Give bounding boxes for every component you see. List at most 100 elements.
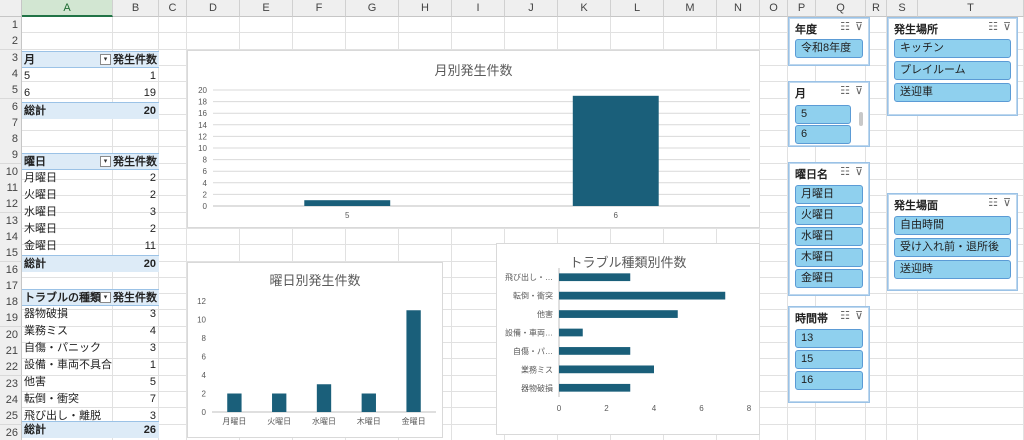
pivot-row-value[interactable]: 19: [113, 85, 159, 102]
slicer-scrollbar[interactable]: [859, 112, 863, 126]
row-header-4[interactable]: 4: [0, 65, 22, 83]
column-header-l[interactable]: L: [611, 0, 664, 17]
row-header-13[interactable]: 13: [0, 212, 22, 230]
column-header-d[interactable]: D: [187, 0, 240, 17]
slicer-year[interactable]: 年度 ☷ ⊽ 令和8年度: [788, 17, 870, 66]
pivot-row-value[interactable]: 2: [113, 221, 159, 238]
pivot-row-value[interactable]: 3: [113, 204, 159, 221]
slicer-item[interactable]: 火曜日: [795, 206, 863, 225]
row-header-21[interactable]: 21: [0, 343, 22, 360]
row-header-7[interactable]: 7: [0, 114, 22, 132]
column-header-t[interactable]: T: [918, 0, 1024, 17]
multi-select-icon[interactable]: ☷: [988, 197, 998, 209]
select-all-corner[interactable]: [0, 0, 22, 17]
row-header-14[interactable]: 14: [0, 228, 22, 246]
column-header-n[interactable]: N: [717, 0, 760, 17]
slicer-item[interactable]: 令和8年度: [795, 39, 863, 58]
spreadsheet[interactable]: ABCDEFGHIJKLMNOPQRST 1 2 3 4 5 6 7 8 9 10 11 12 13 14…: [0, 0, 1024, 440]
pivot-total-label[interactable]: 総計: [22, 102, 113, 119]
clear-filter-icon[interactable]: ⊽: [855, 310, 863, 322]
multi-select-icon[interactable]: ☷: [840, 310, 850, 322]
slicer-item[interactable]: キッチン: [894, 39, 1011, 58]
pivot-header-value[interactable]: 発生件数: [113, 51, 159, 68]
pivot-row-label[interactable]: 転倒・衝突: [22, 391, 113, 408]
chart-monthly-incidents[interactable]: 月別発生件数 0 2 4 6 8 10 12 14 16 18 20 5 6: [187, 50, 760, 228]
multi-select-icon[interactable]: ☷: [988, 21, 998, 33]
slicer-item[interactable]: 5: [795, 105, 851, 124]
row-header-17[interactable]: 17: [0, 277, 22, 295]
column-header-q[interactable]: Q: [816, 0, 866, 17]
column-header-a[interactable]: A: [22, 0, 113, 17]
pivot-row-label[interactable]: 火曜日: [22, 187, 113, 204]
slicer-item[interactable]: 13: [795, 329, 863, 348]
slicer-item[interactable]: 水曜日: [795, 227, 863, 246]
row-header-26[interactable]: 26: [0, 424, 22, 440]
row-header-2[interactable]: 2: [0, 33, 22, 51]
pivot-row-label[interactable]: 他害: [22, 374, 113, 391]
pivot-row-label[interactable]: 自傷・パニック: [22, 340, 113, 357]
clear-filter-icon[interactable]: ⊽: [855, 166, 863, 178]
row-header-18[interactable]: 18: [0, 294, 22, 312]
pivot-total-value[interactable]: 20: [113, 255, 159, 272]
filter-dropdown-icon[interactable]: ▾: [100, 54, 111, 65]
pivot-row-label[interactable]: 月曜日: [22, 170, 113, 187]
slicer-month[interactable]: 月 ☷ ⊽ 5 6: [788, 81, 870, 147]
multi-select-icon[interactable]: ☷: [840, 166, 850, 178]
chart-trouble-types[interactable]: トラブル種類別件数 0 2 4 6 8 器物破損 業務ミス 自傷・パ… 設備・車両… 他害 転倒・衝…: [496, 243, 760, 435]
row-header-1[interactable]: 1: [0, 17, 22, 34]
pivot-row-label[interactable]: 金曜日: [22, 238, 113, 255]
column-header-h[interactable]: H: [399, 0, 452, 17]
row-header-9[interactable]: 9: [0, 147, 22, 165]
slicer-item[interactable]: 木曜日: [795, 248, 863, 267]
row-header-11[interactable]: 11: [0, 180, 22, 197]
row-header-10[interactable]: 10: [0, 163, 22, 181]
pivot-row-value[interactable]: 2: [113, 187, 159, 204]
slicer-scene[interactable]: 発生場面 ☷ ⊽ 自由時間 受け入れ前・退所後 送迎時: [887, 193, 1018, 291]
pivot-row-label[interactable]: 器物破損: [22, 306, 113, 323]
slicer-item[interactable]: 送迎車: [894, 83, 1011, 102]
multi-select-icon[interactable]: ☷: [840, 21, 850, 33]
column-header-e[interactable]: E: [240, 0, 293, 17]
slicer-item[interactable]: 送迎時: [894, 260, 1011, 279]
row-header-5[interactable]: 5: [0, 82, 22, 100]
row-header-20[interactable]: 20: [0, 326, 22, 344]
row-header-16[interactable]: 16: [0, 261, 22, 279]
slicer-item[interactable]: 月曜日: [795, 185, 863, 204]
row-header-25[interactable]: 25: [0, 408, 22, 426]
pivot-row-value[interactable]: 5: [113, 374, 159, 391]
column-header-j[interactable]: J: [505, 0, 558, 17]
slicer-item[interactable]: プレイルーム: [894, 61, 1011, 80]
slicer-item[interactable]: 金曜日: [795, 269, 863, 288]
column-header-k[interactable]: K: [558, 0, 611, 17]
pivot-row-label[interactable]: 6: [22, 85, 113, 102]
pivot-total-label[interactable]: 総計: [22, 255, 113, 272]
row-header-6[interactable]: 6: [0, 98, 22, 116]
filter-dropdown-icon[interactable]: ▾: [100, 292, 111, 303]
pivot-row-value[interactable]: 7: [113, 391, 159, 408]
pivot-row-value[interactable]: 3: [113, 340, 159, 357]
pivot-total-value[interactable]: 20: [113, 102, 159, 119]
column-header-i[interactable]: I: [452, 0, 505, 17]
slicer-place[interactable]: 発生場所 ☷ ⊽ キッチン プレイルーム 送迎車: [887, 17, 1018, 116]
pivot-row-value[interactable]: 1: [113, 357, 159, 374]
pivot-row-label[interactable]: 木曜日: [22, 221, 113, 238]
column-header-p[interactable]: P: [788, 0, 816, 17]
pivot-row-label[interactable]: 5: [22, 68, 113, 85]
pivot-row-value[interactable]: 1: [113, 68, 159, 85]
clear-filter-icon[interactable]: ⊽: [855, 21, 863, 33]
clear-filter-icon[interactable]: ⊽: [1003, 197, 1011, 209]
pivot-header-value[interactable]: 発生件数: [113, 289, 159, 306]
row-header-23[interactable]: 23: [0, 375, 22, 393]
row-header-8[interactable]: 8: [0, 131, 22, 149]
row-header-3[interactable]: 3: [0, 49, 22, 67]
slicer-item[interactable]: 受け入れ前・退所後: [894, 238, 1011, 257]
slicer-time[interactable]: 時間帯 ☷ ⊽ 13 15 16: [788, 306, 870, 403]
row-header-24[interactable]: 24: [0, 391, 22, 409]
column-header-f[interactable]: F: [293, 0, 346, 17]
chart-weekday-incidents[interactable]: 曜日別発生件数 0 2 4 6 8 10 12 月曜日 火曜日 水曜日 木曜日 金曜日: [187, 262, 443, 438]
slicer-weekday[interactable]: 曜日名 ☷ ⊽ 月曜日 火曜日 水曜日 木曜日 金曜日: [788, 162, 870, 296]
column-header-b[interactable]: B: [113, 0, 159, 17]
pivot-row-value[interactable]: 11: [113, 238, 159, 255]
row-header-19[interactable]: 19: [0, 310, 22, 328]
slicer-item[interactable]: 6: [795, 125, 851, 144]
